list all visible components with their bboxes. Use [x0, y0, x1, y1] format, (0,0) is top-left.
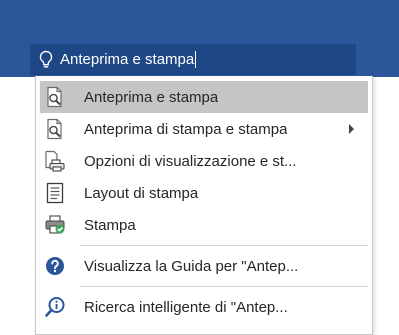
menu-item-stampa[interactable]: Stampa [40, 209, 368, 241]
menu-item-label: Ricerca intelligente di "Antep... [84, 298, 288, 316]
text-caret [195, 51, 197, 68]
tell-me-search-box[interactable]: Anteprima e stampa [30, 44, 356, 75]
search-query-text: Anteprima e stampa [60, 51, 195, 68]
submenu-arrow-icon [349, 124, 354, 134]
menu-item-label: Visualizza la Guida per "Antep... [84, 257, 299, 275]
print-options-icon [44, 150, 66, 172]
lightbulb-icon [38, 50, 54, 70]
print-preview-icon [44, 86, 66, 108]
smart-lookup-icon [44, 296, 66, 318]
menu-item-label: Stampa [84, 216, 136, 234]
menu-item-label: Opzioni di visualizzazione e st... [84, 152, 297, 170]
menu-item-label: Anteprima di stampa e stampa [84, 120, 288, 138]
menu-separator [80, 245, 368, 246]
printer-icon [44, 214, 66, 236]
menu-item-visualizza-guida[interactable]: Visualizza la Guida per "Antep... [40, 250, 368, 282]
search-results-menu: Anteprima e stampa Anteprima di stampa e… [35, 76, 373, 335]
menu-item-opzioni-visualizzazione[interactable]: Opzioni di visualizzazione e st... [40, 145, 368, 177]
menu-item-anteprima-di-stampa[interactable]: Anteprima di stampa e stampa [40, 113, 368, 145]
help-icon [44, 255, 66, 277]
menu-item-anteprima-e-stampa[interactable]: Anteprima e stampa [40, 81, 368, 113]
print-preview-icon [44, 118, 66, 140]
print-layout-icon [44, 182, 66, 204]
menu-item-label: Layout di stampa [84, 184, 199, 202]
menu-separator [80, 286, 368, 287]
menu-item-label: Anteprima e stampa [84, 88, 219, 106]
menu-item-ricerca-intelligente[interactable]: Ricerca intelligente di "Antep... [40, 291, 368, 323]
menu-item-layout-di-stampa[interactable]: Layout di stampa [40, 177, 368, 209]
